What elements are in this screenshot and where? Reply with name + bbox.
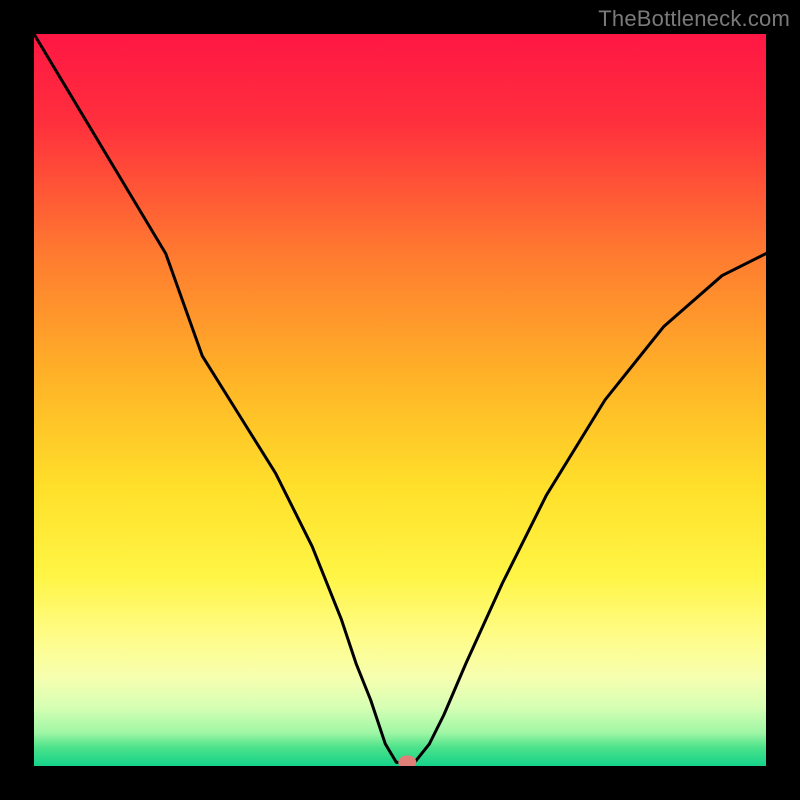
watermark-text: TheBottleneck.com	[598, 6, 790, 32]
plot-area	[34, 34, 766, 766]
plot-background	[34, 34, 766, 766]
plot-svg	[34, 34, 766, 766]
chart-outer-frame: TheBottleneck.com	[0, 0, 800, 800]
